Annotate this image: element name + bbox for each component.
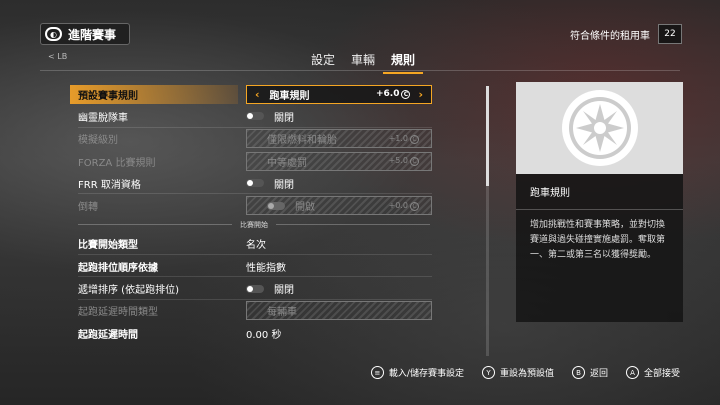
- setting-value-box: 開啟 +0.0 C: [246, 196, 432, 216]
- y-button-icon: Y: [481, 366, 495, 379]
- info-description: 增加挑戰性和賽事策略，並對切換賽道與過失碰撞實施處罰。奪取第一、第二或第三名以獲…: [530, 220, 666, 260]
- setting-start-delay-type: 起跑延遲時間類型 每輛車: [70, 300, 438, 322]
- credit-icon: C: [410, 201, 419, 211]
- setting-value-box[interactable]: 0.00 秒: [246, 324, 432, 343]
- setting-value-box: 中等處罰 +5.0 C: [246, 151, 432, 171]
- hint-label: 重設為預設值: [499, 369, 554, 379]
- setting-value-box[interactable]: 性能指數: [246, 257, 432, 276]
- page-title-text: 進階賽事: [68, 27, 117, 42]
- info-title: 跑車規則: [530, 188, 570, 199]
- setting-value: 開啟: [295, 202, 315, 214]
- setting-simulation-level: 模擬級別 僅限燃料和輪胎 +1.0 C: [70, 128, 438, 150]
- wheel-icon: [561, 90, 638, 166]
- setting-value: 性能指數: [246, 262, 286, 274]
- load-save-button[interactable]: ≡ 載入/儲存賽事設定: [370, 366, 464, 379]
- setting-label: 倒轉: [78, 202, 98, 214]
- eligible-rentals-count: 22: [658, 24, 682, 44]
- toggle-on-icon: [267, 201, 285, 210]
- setting-toggle[interactable]: 關閉: [246, 107, 432, 126]
- setting-value-box: 僅限燃料和輪胎 +1.0 C: [246, 129, 432, 149]
- setting-label: 幽靈脫隊車: [78, 112, 128, 124]
- top-bar: ◐ 進階賽事 < LB 設定 車輛 規則 符合條件的租用車 22: [0, 0, 720, 74]
- setting-value: 跑車規則: [269, 90, 310, 102]
- setting-default-rules[interactable]: 預設賽事規則 ‹ 跑車規則 +6.0 C ›: [70, 83, 438, 105]
- credit-bonus: +5.0 C: [388, 156, 419, 167]
- lb-prev-tab-hint[interactable]: < LB: [48, 52, 67, 61]
- scrollbar-thumb[interactable]: [486, 86, 489, 186]
- toggle-off-icon: [246, 179, 264, 188]
- info-image: [516, 82, 683, 174]
- setting-forza-race-regulations: FORZA 比賽規則 中等處罰 +5.0 C: [70, 150, 438, 172]
- credit-bonus-value: +0.0: [388, 200, 408, 210]
- setting-rewind: 倒轉 開啟 +0.0 C: [70, 194, 438, 216]
- forza-logo-icon: ◐: [45, 27, 62, 41]
- setting-ascending-order[interactable]: 遞增排序 (依起跑排位) 關閉: [70, 277, 438, 300]
- credit-bonus: +0.0 C: [389, 201, 419, 211]
- section-row: 比賽開始: [70, 217, 438, 233]
- a-button-icon: A: [625, 366, 639, 379]
- back-button[interactable]: B 返回: [571, 366, 608, 379]
- reset-defaults-button[interactable]: Y 重設為預設值: [481, 366, 554, 379]
- accept-all-button[interactable]: A 全部接受: [625, 366, 680, 379]
- setting-label: 起跑排位順序依據: [78, 262, 158, 274]
- setting-toggle[interactable]: 關閉: [246, 174, 432, 193]
- setting-label: FORZA 比賽規則: [78, 157, 156, 169]
- setting-label: FRR 取消資格: [78, 179, 141, 191]
- credit-bonus: +1.0 C: [389, 134, 419, 144]
- setting-label: 預設賽事規則: [78, 90, 138, 102]
- hint-label: 載入/儲存賽事設定: [388, 369, 464, 379]
- hint-label: 返回: [589, 369, 608, 379]
- setting-label: 模擬級別: [78, 135, 118, 147]
- rules-selector[interactable]: ‹ 跑車規則 +6.0 C ›: [246, 84, 432, 104]
- setting-value: 名次: [246, 240, 266, 252]
- b-button-icon: B: [571, 366, 585, 379]
- setting-value: 關閉: [274, 285, 294, 297]
- tab-divider: [40, 70, 680, 71]
- setting-start-delay[interactable]: 起跑延遲時間 0.00 秒: [70, 322, 438, 344]
- setting-race-start-type[interactable]: 比賽開始類型 名次: [70, 233, 438, 256]
- setting-label: 遞增排序 (依起跑排位): [78, 285, 179, 297]
- menu-button-icon: ≡: [370, 366, 384, 379]
- info-panel: 跑車規則 增加挑戰性和賽事策略，並對切換賽道與過失碰撞實施處罰。奪取第一、第二或…: [516, 82, 683, 322]
- eligible-rentals: 符合條件的租用車 22: [570, 24, 682, 44]
- credit-bonus-value: +5.0: [388, 156, 408, 166]
- setting-value: 關閉: [274, 179, 294, 191]
- chevron-right-icon[interactable]: ›: [418, 88, 423, 101]
- credit-icon: C: [410, 134, 419, 144]
- setting-grid-order[interactable]: 起跑排位順序依據 性能指數: [70, 255, 438, 278]
- toggle-off-icon: [246, 112, 264, 121]
- settings-list: 預設賽事規則 ‹ 跑車規則 +6.0 C › 幽靈脫隊車 關閉 模擬級別 僅限燃料…: [70, 83, 438, 344]
- setting-label: 起跑延遲時間: [78, 329, 138, 341]
- hint-label: 全部接受: [643, 369, 680, 379]
- eligible-rentals-label: 符合條件的租用車: [570, 30, 650, 42]
- credit-bonus-value: +1.0: [388, 133, 408, 143]
- credit-bonus: +6.0 C: [375, 89, 411, 100]
- setting-frr-disqualification[interactable]: FRR 取消資格 關閉: [70, 172, 438, 195]
- credit-icon: C: [401, 90, 411, 100]
- section-header-race-start: 比賽開始: [70, 218, 438, 232]
- setting-value-box[interactable]: 名次: [246, 234, 432, 253]
- section-title: 比賽開始: [240, 220, 268, 229]
- setting-value: 關閉: [274, 112, 294, 124]
- setting-label: 起跑延遲時間類型: [78, 307, 158, 319]
- setting-value: 0.00 秒: [246, 329, 282, 341]
- setting-toggle[interactable]: 關閉: [246, 279, 432, 298]
- setting-value: 中等處罰: [267, 157, 307, 169]
- setting-value: 每輛車: [267, 307, 297, 319]
- credit-bonus-value: +6.0: [375, 89, 400, 100]
- toggle-off-icon: [246, 284, 264, 293]
- info-divider: [516, 209, 683, 210]
- credit-icon: C: [410, 157, 419, 167]
- setting-ghost-backmarkers[interactable]: 幽靈脫隊車 關閉: [70, 105, 438, 128]
- page-title: ◐ 進階賽事: [40, 23, 130, 45]
- setting-label: 比賽開始類型: [78, 240, 138, 252]
- footer-hints: ≡ 載入/儲存賽事設定 Y 重設為預設值 B 返回 A 全部接受: [370, 366, 680, 379]
- setting-value-box: 每輛車: [246, 301, 432, 321]
- setting-value: 僅限燃料和輪胎: [267, 135, 337, 147]
